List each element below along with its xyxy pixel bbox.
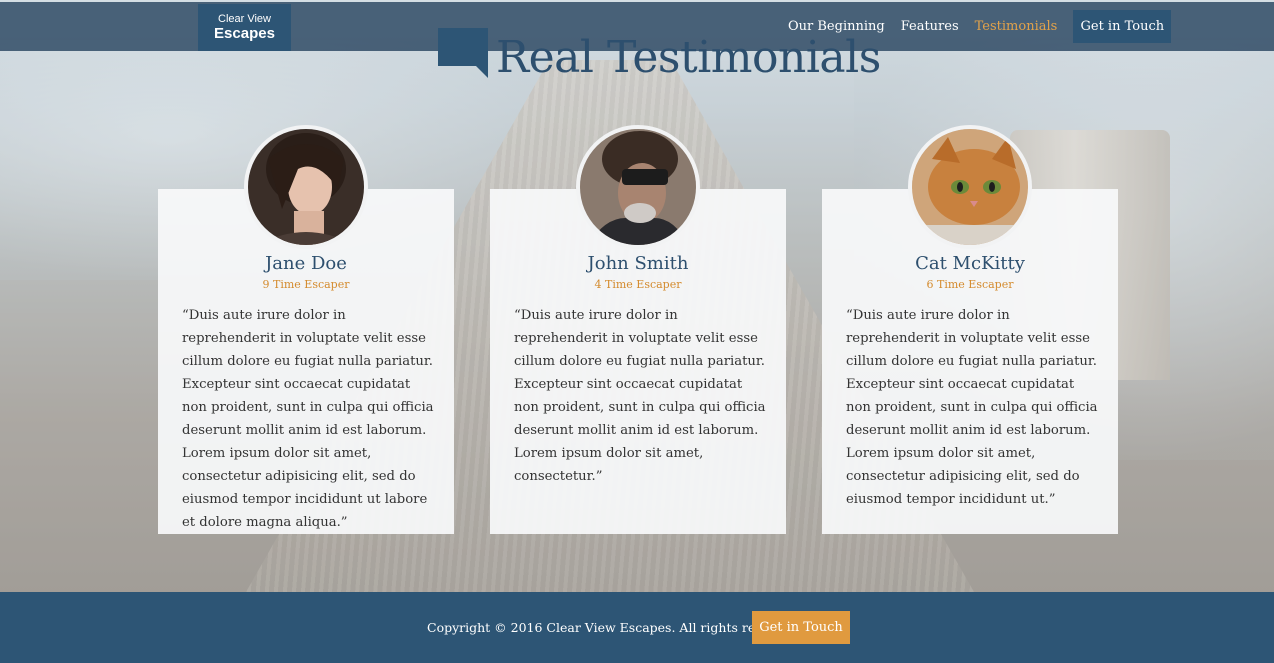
testimonial-card: Cat McKitty 6 Time Escaper “Duis aute ir… bbox=[822, 125, 1118, 534]
testimonial-card: John Smith 4 Time Escaper “Duis aute iru… bbox=[490, 125, 786, 534]
testimonial-name: Cat McKitty bbox=[915, 253, 1025, 274]
speech-bubble-icon bbox=[438, 28, 488, 78]
avatar-jane-doe bbox=[244, 125, 368, 249]
brand-logo[interactable]: Clear View Escapes bbox=[198, 4, 291, 51]
testimonial-name: John Smith bbox=[587, 253, 689, 274]
avatar-cat-mckitty bbox=[908, 125, 1032, 249]
site-footer: Copyright © 2016 Clear View Escapes. All… bbox=[0, 592, 1274, 663]
testimonial-subtitle: 4 Time Escaper bbox=[594, 278, 682, 291]
testimonial-subtitle: 9 Time Escaper bbox=[262, 278, 350, 291]
avatar-portrait-woman bbox=[248, 129, 364, 245]
nav-item-features[interactable]: Features bbox=[901, 19, 959, 34]
brand-logo-line1: Clear View bbox=[218, 13, 271, 25]
avatar-portrait-cat bbox=[912, 129, 1028, 245]
brand-logo-line2: Escapes bbox=[214, 25, 275, 42]
section-title: Real Testimonials bbox=[496, 32, 881, 83]
footer-get-in-touch-button[interactable]: Get in Touch bbox=[752, 611, 850, 644]
copyright-text: Copyright © 2016 Clear View Escapes. All… bbox=[427, 620, 802, 635]
testimonial-quote: “Duis aute irure dolor in reprehenderit … bbox=[846, 308, 1098, 507]
testimonial-subtitle: 6 Time Escaper bbox=[926, 278, 1014, 291]
testimonial-quote: “Duis aute irure dolor in reprehenderit … bbox=[182, 308, 434, 530]
testimonial-card: Jane Doe 9 Time Escaper “Duis aute irure… bbox=[158, 125, 454, 534]
nav-item-testimonials[interactable]: Testimonials bbox=[975, 19, 1058, 34]
avatar-portrait-man-vr-headset bbox=[580, 129, 696, 245]
avatar-john-smith bbox=[576, 125, 700, 249]
nav-get-in-touch-button[interactable]: Get in Touch bbox=[1073, 10, 1172, 43]
testimonial-name: Jane Doe bbox=[265, 253, 347, 274]
testimonial-quote: “Duis aute irure dolor in reprehenderit … bbox=[514, 308, 766, 484]
